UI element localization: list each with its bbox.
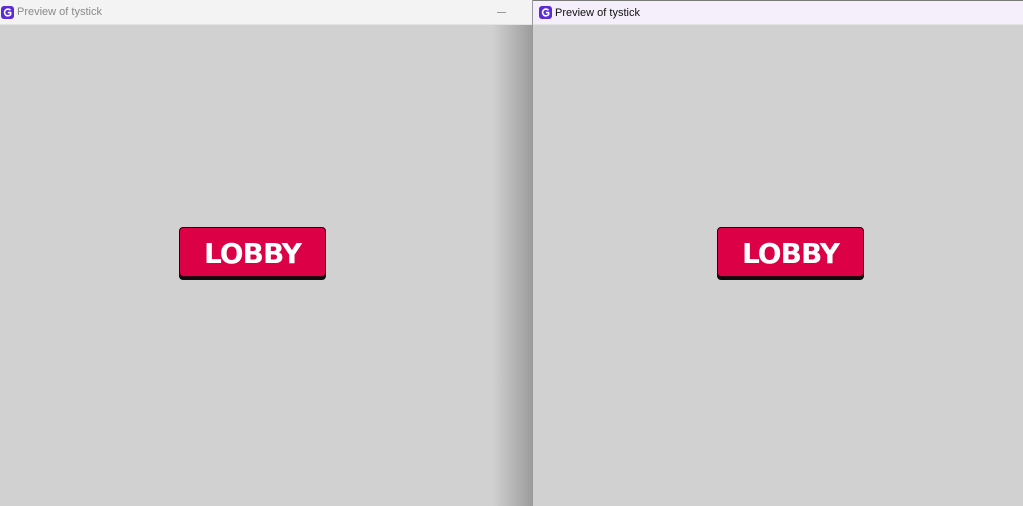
app-icon <box>1 5 14 19</box>
preview-canvas: LOBBY <box>533 25 1023 506</box>
preview-canvas: LOBBY <box>0 25 532 506</box>
lobby-button[interactable]: LOBBY <box>717 227 864 277</box>
minimize-icon[interactable] <box>492 0 510 25</box>
title-bar[interactable]: Preview of tystick <box>533 0 1023 25</box>
preview-window-right: Preview of tystick LOBBY <box>532 0 1023 506</box>
app-icon <box>539 6 552 19</box>
window-title: Preview of tystick <box>17 6 102 18</box>
preview-window-left: Preview of tystick LOBBY <box>0 0 532 506</box>
title-bar[interactable]: Preview of tystick <box>0 0 532 25</box>
lobby-button[interactable]: LOBBY <box>179 227 326 277</box>
window-title: Preview of tystick <box>555 6 640 19</box>
